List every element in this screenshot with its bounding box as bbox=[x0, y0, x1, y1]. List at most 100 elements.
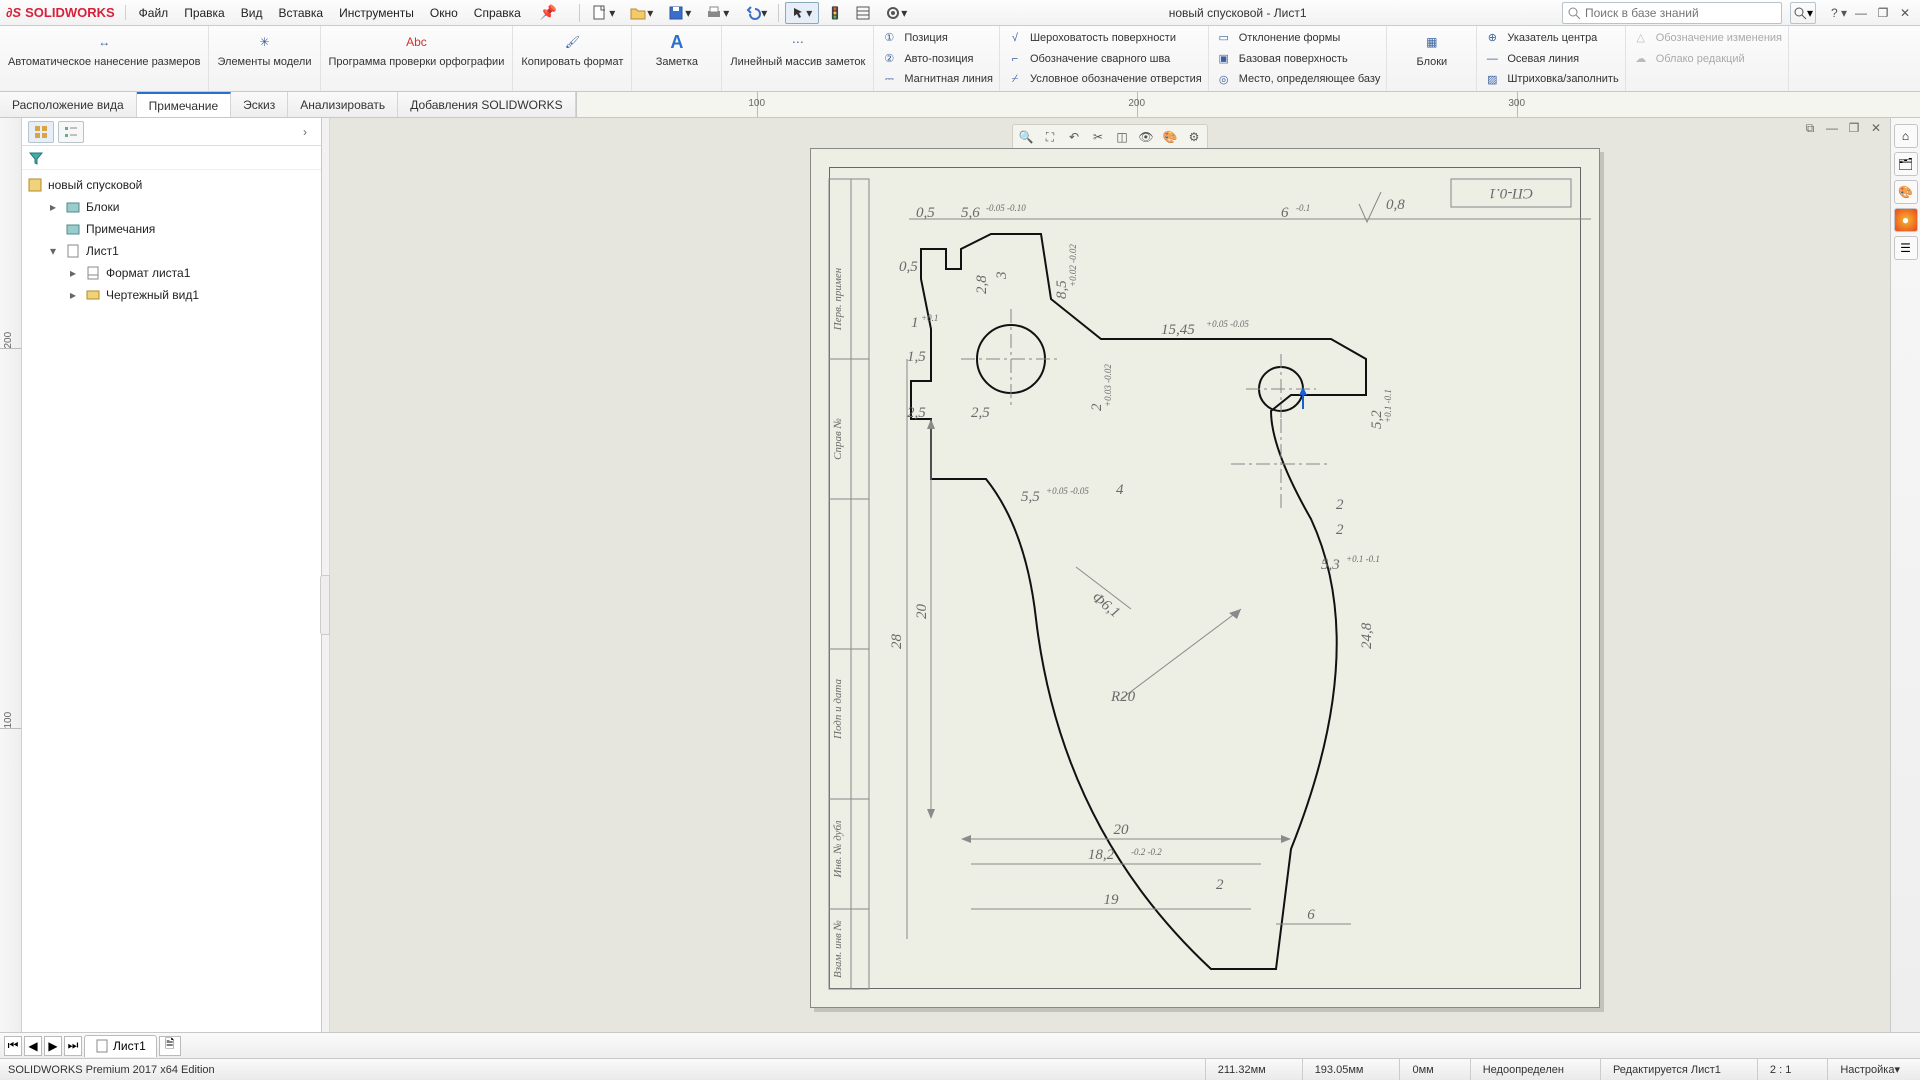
tab-annotation[interactable]: Примечание bbox=[137, 92, 231, 117]
ribbon-smart-dimension[interactable]: ↔︎Автоматическое нанесение размеров bbox=[0, 26, 209, 91]
status-scale[interactable]: 2 : 1 bbox=[1757, 1059, 1803, 1080]
zoom-area-icon[interactable]: ⛶ bbox=[1039, 127, 1061, 147]
menu-insert[interactable]: Вставка bbox=[271, 3, 330, 23]
svg-text:2,8: 2,8 bbox=[974, 275, 990, 294]
knowledge-search[interactable] bbox=[1562, 2, 1782, 24]
options-button[interactable] bbox=[851, 2, 875, 24]
ribbon-spellcheck[interactable]: AbcПрограмма проверки орфографии bbox=[321, 26, 514, 91]
ribbon-magnetic-line[interactable]: ⎓Магнитная линия bbox=[880, 69, 993, 89]
tree-sheet[interactable]: ▾ Лист1 bbox=[24, 240, 319, 262]
tab-nav-next[interactable]: ▶ bbox=[44, 1036, 62, 1056]
prev-view-icon[interactable]: ↶ bbox=[1063, 127, 1085, 147]
tab-sketch[interactable]: Эскиз bbox=[231, 92, 288, 117]
drawing-sheet[interactable]: СП-0.1 Перв. примен Справ № Подп и дата … bbox=[810, 148, 1600, 1008]
tab-nav-first[interactable]: ⏮ bbox=[4, 1036, 22, 1056]
vp-close-icon[interactable]: ✕ bbox=[1868, 120, 1884, 136]
svg-text:-0.2 -0.2: -0.2 -0.2 bbox=[1131, 847, 1162, 857]
status-custom[interactable]: Настройка ▾ bbox=[1827, 1059, 1912, 1080]
ribbon-revision-group: △Обозначение изменения ☁Облако редакций bbox=[1626, 26, 1789, 91]
sheet-tab[interactable]: Лист1 bbox=[84, 1035, 157, 1057]
svg-text:+0.1 -0.1: +0.1 -0.1 bbox=[1383, 389, 1393, 423]
command-tabs: Расположение вида Примечание Эскиз Анали… bbox=[0, 92, 1920, 118]
settings-button[interactable]: ▾ bbox=[879, 2, 913, 24]
feature-tree[interactable]: новый спусковой ▸ Блоки Примечания ▾ Лис… bbox=[22, 170, 321, 1032]
taskpane-library-icon[interactable]: 🗂 bbox=[1894, 152, 1918, 176]
tab-view-layout[interactable]: Расположение вида bbox=[0, 92, 137, 117]
taskpane-home-icon[interactable]: ⌂ bbox=[1894, 124, 1918, 148]
open-button[interactable]: ▾ bbox=[624, 2, 658, 24]
ribbon-weld-symbol[interactable]: ⌐Обозначение сварного шва bbox=[1006, 49, 1202, 69]
tab-nav-last[interactable]: ⏭ bbox=[64, 1036, 82, 1056]
minimize-button[interactable]: — bbox=[1852, 6, 1870, 20]
ribbon-note[interactable]: AЗаметка bbox=[632, 26, 722, 91]
ribbon-centerline[interactable]: —Осевая линия bbox=[1483, 49, 1618, 69]
view-settings-icon[interactable]: ⚙ bbox=[1183, 127, 1205, 147]
tree-root[interactable]: новый спусковой bbox=[24, 174, 319, 196]
ribbon-form-tolerance[interactable]: ▭Отклонение формы bbox=[1215, 28, 1381, 48]
save-button[interactable]: ▾ bbox=[662, 2, 696, 24]
menu-edit[interactable]: Правка bbox=[177, 3, 232, 23]
ribbon-autoballoon[interactable]: ②Авто-позиция bbox=[880, 49, 993, 69]
menu-view[interactable]: Вид bbox=[234, 3, 270, 23]
restore-button[interactable]: ❐ bbox=[1874, 6, 1892, 20]
panel-expand-icon[interactable]: › bbox=[295, 125, 315, 139]
tree-annotations[interactable]: Примечания bbox=[24, 218, 319, 240]
display-style-icon[interactable]: ◫ bbox=[1111, 127, 1133, 147]
pin-icon[interactable]: 📌 bbox=[534, 4, 563, 21]
tree-drawing-view[interactable]: ▸ Чертежный вид1 bbox=[24, 284, 319, 306]
vp-max-icon[interactable]: ❐ bbox=[1846, 120, 1862, 136]
scene-icon[interactable]: 🎨 bbox=[1159, 127, 1181, 147]
ribbon-area-hatch[interactable]: ▨Штриховка/заполнить bbox=[1483, 69, 1618, 89]
panel-filter[interactable] bbox=[22, 146, 321, 170]
rebuild-button[interactable]: 🚦 bbox=[823, 2, 847, 24]
ribbon-model-items[interactable]: ✳︎Элементы модели bbox=[209, 26, 320, 91]
tab-nav-prev[interactable]: ◀ bbox=[24, 1036, 42, 1056]
ds-logo-icon: ∂S bbox=[6, 5, 21, 20]
vp-newwin-icon[interactable]: ⧉ bbox=[1802, 120, 1818, 136]
ribbon-datum[interactable]: ▣Базовая поверхность bbox=[1215, 49, 1381, 69]
ribbon-balloon[interactable]: ①Позиция bbox=[880, 28, 993, 48]
ribbon-balloon-group: ①Позиция ②Авто-позиция ⎓Магнитная линия bbox=[874, 26, 1000, 91]
close-button[interactable]: ✕ bbox=[1896, 6, 1914, 20]
taskpane-palette-icon[interactable]: 🎨 bbox=[1894, 180, 1918, 204]
hide-show-icon[interactable]: 👁 bbox=[1135, 127, 1157, 147]
vp-min-icon[interactable]: — bbox=[1824, 120, 1840, 136]
menu-window[interactable]: Окно bbox=[423, 3, 465, 23]
zoom-fit-icon[interactable]: 🔍 bbox=[1015, 127, 1037, 147]
help-button[interactable]: ? ▾ bbox=[1830, 6, 1848, 20]
ribbon-format-painter[interactable]: 🖌Копировать формат bbox=[513, 26, 632, 91]
section-view-icon[interactable]: ✂ bbox=[1087, 127, 1109, 147]
graphics-area[interactable]: 🔍 ⛶ ↶ ✂ ◫ 👁 🎨 ⚙ ⧉ — ❐ ✕ СП-0.1 bbox=[330, 118, 1890, 1032]
search-dropdown[interactable]: ▾ bbox=[1790, 2, 1816, 24]
ribbon-linear-pattern[interactable]: ⋯Линейный массив заметок bbox=[722, 26, 874, 91]
tree-sheet-format[interactable]: ▸ Формат листа1 bbox=[24, 262, 319, 284]
menu-tools[interactable]: Инструменты bbox=[332, 3, 421, 23]
tab-addins[interactable]: Добавления SOLIDWORKS bbox=[398, 92, 576, 117]
undo-button[interactable]: ▾ bbox=[738, 2, 772, 24]
document-title: новый спусковой - Лист1 bbox=[919, 6, 1556, 20]
menu-file[interactable]: Файл bbox=[132, 3, 176, 23]
new-button[interactable]: ▾ bbox=[586, 2, 620, 24]
taskpane-forum-icon[interactable]: ● bbox=[1894, 208, 1918, 232]
tab-evaluate[interactable]: Анализировать bbox=[288, 92, 398, 117]
ribbon-hole-callout[interactable]: ⌿Условное обозначение отверстия bbox=[1006, 69, 1202, 89]
drawing-icon bbox=[26, 176, 44, 194]
panel-icon-view[interactable] bbox=[28, 121, 54, 143]
panel-list-view[interactable] bbox=[58, 121, 84, 143]
ribbon-blocks[interactable]: ▦Блоки bbox=[1387, 26, 1477, 91]
ribbon-datum-target[interactable]: ◎Место, определяющее базу bbox=[1215, 69, 1381, 89]
ribbon-surface-finish[interactable]: √Шероховатость поверхности bbox=[1006, 28, 1202, 48]
status-z: 0мм bbox=[1399, 1059, 1445, 1080]
menu-help[interactable]: Справка bbox=[467, 3, 528, 23]
search-input[interactable] bbox=[1585, 6, 1777, 20]
svg-text:Перв. примен: Перв. примен bbox=[832, 267, 844, 331]
select-button[interactable]: ▾ bbox=[785, 2, 819, 24]
print-button[interactable]: ▾ bbox=[700, 2, 734, 24]
svg-text:18,2: 18,2 bbox=[1088, 847, 1115, 863]
add-sheet-button[interactable]: 🗎 bbox=[159, 1036, 181, 1056]
collapse-handle[interactable] bbox=[320, 575, 330, 635]
taskpane-properties-icon[interactable]: ☰ bbox=[1894, 236, 1918, 260]
panel-splitter[interactable] bbox=[322, 118, 330, 1032]
ribbon-center-mark[interactable]: ⊕Указатель центра bbox=[1483, 28, 1618, 48]
tree-blocks[interactable]: ▸ Блоки bbox=[24, 196, 319, 218]
